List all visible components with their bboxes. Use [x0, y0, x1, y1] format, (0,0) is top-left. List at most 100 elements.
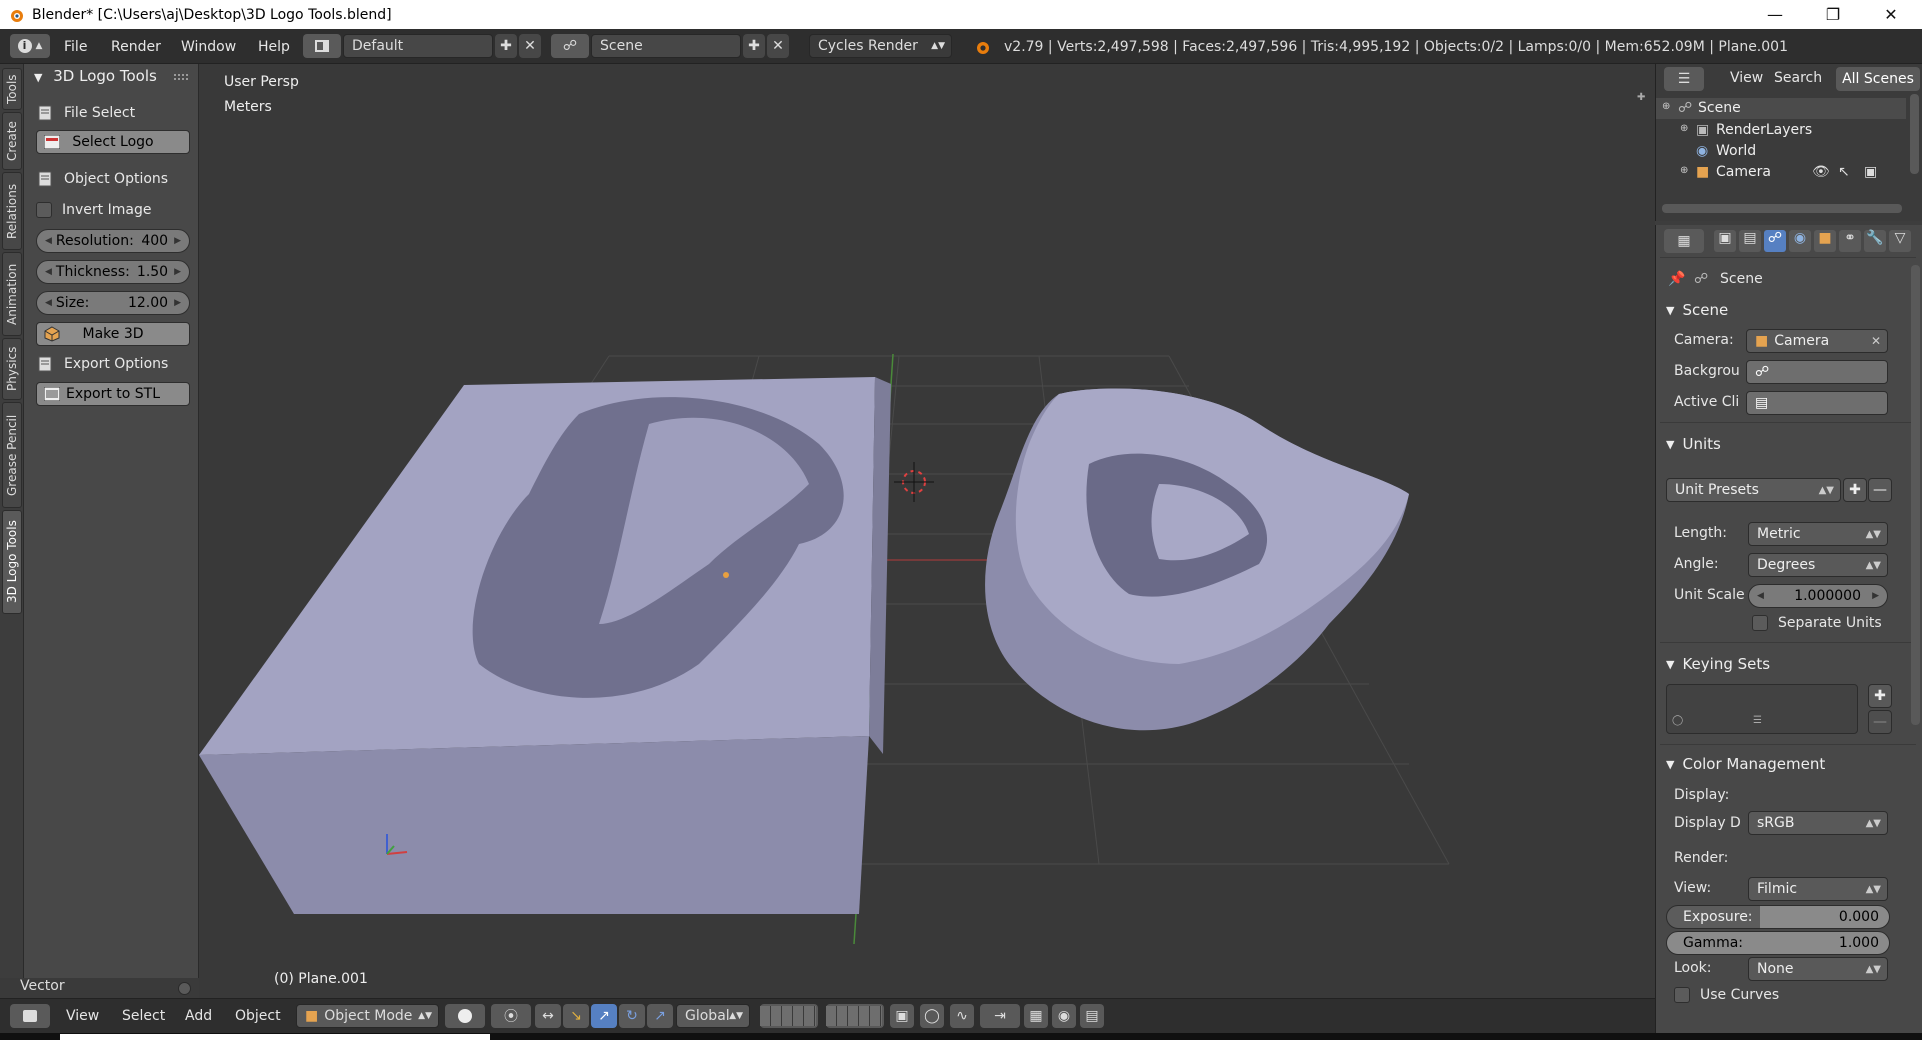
close-window-button[interactable]: ✕: [1862, 0, 1920, 29]
render-camera-icon[interactable]: ▣: [1864, 164, 1877, 180]
renderlayers-tab-icon[interactable]: ▤: [1739, 230, 1761, 252]
list-grip-icon[interactable]: ☰: [1753, 715, 1762, 726]
clear-icon[interactable]: ✕: [1871, 334, 1881, 348]
tab-3d-logo-tools[interactable]: 3D Logo Tools: [2, 510, 22, 614]
expand-icon[interactable]: ⊕: [1680, 123, 1688, 134]
add-preset-icon[interactable]: ✚: [1843, 478, 1867, 502]
outliner-view-menu[interactable]: View: [1730, 70, 1763, 86]
expand-icon[interactable]: ⊕: [1662, 101, 1670, 112]
snap-element-icon[interactable]: ⇥: [980, 1004, 1020, 1028]
lock-layers-icon[interactable]: ▣: [890, 1004, 914, 1028]
layout-name-field[interactable]: Default: [343, 34, 493, 58]
unit-scale-field[interactable]: ◀ 1.000000 ▶: [1748, 584, 1888, 608]
constraints-tab-icon[interactable]: ⚭: [1839, 230, 1861, 252]
scene-section-header[interactable]: ▼ Scene: [1666, 301, 1728, 319]
color-management-section-header[interactable]: ▼ Color Management: [1666, 755, 1825, 773]
shading-select[interactable]: [445, 1004, 485, 1028]
data-tab-icon[interactable]: ▽: [1889, 230, 1911, 252]
make-3d-button[interactable]: Make 3D: [36, 322, 190, 346]
render-engine-select[interactable]: Cycles Render ▲▼: [809, 34, 952, 58]
rotate-toggle[interactable]: ↗: [591, 1004, 617, 1028]
scene-tab-icon[interactable]: ☍: [1764, 230, 1786, 252]
outliner-vscrollbar[interactable]: [1910, 94, 1919, 174]
proportional-edit-icon[interactable]: ◯: [920, 1004, 944, 1028]
remove-scene-icon[interactable]: ✕: [767, 34, 789, 58]
menu-render[interactable]: Render: [111, 35, 161, 59]
add-layout-icon[interactable]: ✚: [495, 34, 517, 58]
manipulator-toggle[interactable]: ↔: [535, 1004, 561, 1028]
scene-name-field[interactable]: Scene: [591, 34, 741, 58]
checkbox-box[interactable]: [36, 202, 52, 218]
remove-keying-set-icon[interactable]: —: [1868, 710, 1892, 734]
menu-file[interactable]: File: [64, 35, 87, 59]
resolution-field[interactable]: ◀ Resolution: 400 ▶: [36, 229, 190, 253]
add-keying-set-icon[interactable]: ✚: [1868, 684, 1892, 708]
outliner-row-renderlayers[interactable]: ⊕ ▣ RenderLayers: [1656, 120, 1906, 141]
add-scene-icon[interactable]: ✚: [743, 34, 765, 58]
separate-units-checkbox[interactable]: Separate Units: [1752, 615, 1882, 631]
taskbar-search[interactable]: [60, 1034, 490, 1040]
active-clip-field[interactable]: ▤: [1746, 391, 1888, 415]
use-curves-checkbox[interactable]: Use Curves: [1674, 987, 1779, 1003]
layers-row-2[interactable]: [826, 1004, 884, 1028]
outliner-hscrollbar[interactable]: [1662, 204, 1902, 213]
tab-create[interactable]: Create: [2, 112, 22, 170]
render-preview-icon[interactable]: ◉: [1052, 1004, 1076, 1028]
pin-icon[interactable]: 📌: [1668, 271, 1685, 287]
eye-icon[interactable]: 👁: [1812, 164, 1830, 180]
translate-toggle[interactable]: ↘: [563, 1004, 589, 1028]
remove-layout-icon[interactable]: ✕: [519, 34, 541, 58]
gamma-slider[interactable]: Gamma: 1.000: [1666, 931, 1890, 955]
restore-button[interactable]: ❐: [1804, 0, 1862, 29]
increment-arrow-icon[interactable]: ▶: [174, 236, 181, 246]
remove-preset-icon[interactable]: —: [1868, 478, 1892, 502]
select-logo-button[interactable]: Select Logo: [36, 130, 190, 154]
tab-physics[interactable]: Physics: [2, 338, 22, 400]
keying-sets-list[interactable]: ◯ ☰: [1666, 684, 1858, 734]
drag-handle-icon[interactable]: [174, 74, 188, 80]
units-section-header[interactable]: ▼ Units: [1666, 435, 1721, 453]
checkbox-box[interactable]: [1752, 615, 1768, 631]
layers-row-1[interactable]: [760, 1004, 818, 1028]
angle-select[interactable]: Degrees ▲▼: [1748, 553, 1888, 577]
render-tab-icon[interactable]: ▣: [1714, 230, 1736, 252]
keying-sets-section-header[interactable]: ▼ Keying Sets: [1666, 655, 1770, 673]
outliner-row-camera[interactable]: ⊕ ■ Camera 👁 ↖ ▣: [1656, 162, 1906, 183]
menu-view[interactable]: View: [66, 1004, 99, 1028]
outliner-search-menu[interactable]: Search: [1774, 70, 1822, 86]
tab-tools[interactable]: Tools: [2, 68, 22, 110]
transform-toggle[interactable]: ↗: [647, 1004, 673, 1028]
length-select[interactable]: Metric ▲▼: [1748, 522, 1888, 546]
3d-cursor-icon[interactable]: [894, 462, 934, 502]
scale-toggle[interactable]: ↻: [619, 1004, 645, 1028]
thickness-field[interactable]: ◀ Thickness: 1.50 ▶: [36, 260, 190, 284]
increment-arrow-icon[interactable]: ▶: [174, 298, 181, 308]
modifiers-tab-icon[interactable]: 🔧: [1864, 230, 1886, 252]
vector-panel-bar[interactable]: Vector: [0, 978, 199, 998]
editor-type-button[interactable]: i ▲: [10, 34, 50, 58]
view-transform-select[interactable]: Filmic ▲▼: [1748, 877, 1888, 901]
tab-grease-pencil[interactable]: Grease Pencil: [2, 402, 22, 508]
layout-type-button[interactable]: [303, 34, 341, 58]
camera-field[interactable]: ■ Camera ✕: [1746, 329, 1888, 353]
resize-handle-icon[interactable]: ◯: [1672, 715, 1683, 726]
increment-arrow-icon[interactable]: ▶: [174, 267, 181, 277]
falloff-icon[interactable]: ∿: [950, 1004, 974, 1028]
pivot-select[interactable]: ⦿: [491, 1004, 531, 1028]
decrement-arrow-icon[interactable]: ◀: [1757, 591, 1764, 601]
object-tab-icon[interactable]: ■: [1814, 230, 1836, 252]
logo-block-object[interactable]: [199, 377, 891, 914]
size-field[interactable]: ◀ Size: 12.00 ▶: [36, 291, 190, 315]
menu-window[interactable]: Window: [181, 35, 236, 59]
3d-viewport[interactable]: [199, 64, 1655, 998]
outliner-editor-type-button[interactable]: ☰: [1664, 67, 1704, 91]
outliner-row-world[interactable]: ◉ World: [1656, 141, 1906, 162]
display-device-select[interactable]: sRGB ▲▼: [1748, 811, 1888, 835]
menu-help[interactable]: Help: [258, 35, 290, 59]
decrement-arrow-icon[interactable]: ◀: [45, 267, 52, 277]
properties-editor-type-button[interactable]: ▦: [1664, 229, 1704, 253]
world-tab-icon[interactable]: ◉: [1789, 230, 1811, 252]
invert-image-checkbox[interactable]: Invert Image: [36, 198, 190, 222]
unit-presets-select[interactable]: Unit Presets ▲▼: [1666, 478, 1841, 502]
tool-shelf-toggle-icon[interactable]: ✚: [1637, 92, 1645, 103]
